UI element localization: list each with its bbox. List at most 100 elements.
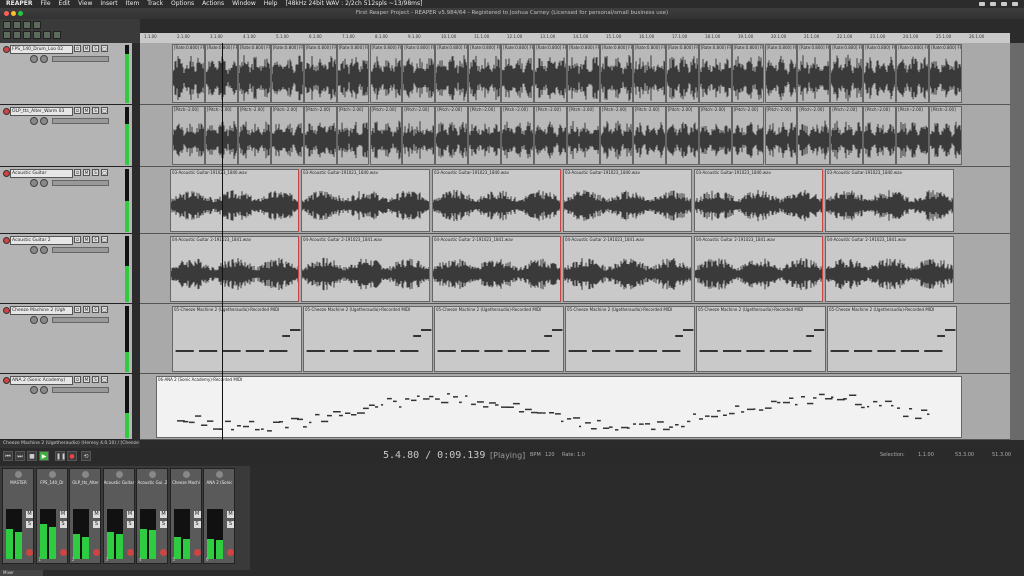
record-button[interactable]: ● — [67, 451, 77, 461]
vertical-scrollbar[interactable] — [1010, 43, 1024, 440]
pan-knob[interactable] — [182, 471, 190, 478]
menu-list-icon[interactable] — [1012, 2, 1018, 6]
media-item[interactable]: [Rate:0.800] FPS_140_Drum... — [665, 44, 699, 103]
media-item[interactable]: [Rate:0.800] FPS_140_Drum... — [896, 44, 930, 103]
media-item[interactable]: [Rate:0.800] FPS_140_Drum... — [303, 44, 337, 103]
midi-item[interactable]: 05-Cheeze Machine 2 (Ugetheraudio)-Recor… — [434, 306, 564, 372]
track-header[interactable]: ANA 2 (Sonic Academy) ⏻ M S ◯ — [0, 374, 132, 440]
master-strip[interactable]: MASTER M S — [2, 468, 34, 564]
mute-button[interactable]: M — [126, 511, 134, 518]
media-item[interactable]: [Pitch:-2.00] — [929, 106, 962, 165]
media-item[interactable]: [Pitch:-2.00] — [534, 106, 567, 165]
media-item[interactable]: [Rate:0.800] FPS_140_Drum... — [830, 44, 864, 103]
fx-button[interactable]: ◯ — [101, 107, 108, 114]
media-item[interactable]: [Pitch:-2.00] — [665, 106, 699, 165]
media-item[interactable]: [Rate:0.800] FPS_140_Drum... — [237, 44, 271, 103]
solo-button[interactable]: S — [227, 521, 234, 528]
volume-knob[interactable] — [30, 386, 38, 394]
media-item[interactable]: [Rate:0.800] FPS_140_Drum... — [797, 44, 831, 103]
track-header[interactable]: OLP_tts_Alter_Warm 03 ⏻ M S ◯ — [0, 105, 132, 167]
save-project-icon[interactable] — [23, 21, 31, 29]
media-item[interactable]: [Pitch:-2.00] — [632, 106, 666, 165]
media-item[interactable]: [Pitch:-2.00] — [237, 106, 271, 165]
pan-knob[interactable] — [82, 471, 89, 478]
battery-icon[interactable] — [990, 2, 996, 6]
solo-button[interactable]: S — [92, 107, 99, 114]
volume-knob[interactable] — [30, 179, 38, 187]
menu-insert[interactable]: Insert — [100, 0, 117, 8]
track-lane[interactable]: 05-Cheeze Machine 2 (Ugetheraudio)-Recor… — [140, 304, 1010, 374]
media-item[interactable]: [Rate:0.800] FPS_140_Drum... — [863, 44, 897, 103]
project-settings-icon[interactable] — [33, 21, 41, 29]
pan-knob[interactable] — [40, 55, 48, 63]
record-arm-button[interactable] — [3, 46, 10, 53]
media-item[interactable]: [Rate:0.800] FPS_140_Drum... — [567, 44, 600, 103]
media-item[interactable]: [Rate:0.800] FPS_140_Drum... — [534, 44, 567, 103]
media-item[interactable]: [Rate:0.800] FPS_140_Drum... — [731, 44, 765, 103]
open-project-icon[interactable] — [13, 21, 21, 29]
track-header[interactable]: Acoustic Guitar 2 ⏻ M S ◯ — [0, 234, 132, 304]
track-header[interactable]: Cheeze Machine 2 (Ugh ⏻ M S ◯ — [0, 304, 132, 374]
media-item[interactable]: [Pitch:-2.00] — [402, 106, 436, 165]
media-item[interactable]: 04-Acoustic Guitar 2-191023_1841.wav — [301, 236, 430, 302]
record-arm-button[interactable] — [126, 549, 134, 556]
media-item[interactable]: 03-Acoustic Guitar-191023_1840.wav — [301, 169, 430, 232]
arrange-view[interactable]: [Rate:0.800] FPS_140_Drum...[Rate:0.800]… — [140, 43, 1010, 440]
record-arm-button[interactable] — [3, 307, 10, 314]
track-lane[interactable]: [Rate:0.800] FPS_140_Drum...[Rate:0.800]… — [140, 43, 1010, 105]
pan-knob[interactable] — [216, 471, 223, 478]
pan-knob[interactable] — [40, 117, 48, 125]
mixer-tab[interactable]: Mixer — [0, 570, 43, 576]
ripple-edit-icon[interactable] — [53, 31, 61, 39]
mixer-strip[interactable]: Acoustic Gui..2 M S 4 — [136, 468, 168, 564]
media-item[interactable]: [Pitch:-2.00] — [468, 106, 502, 165]
media-item[interactable]: 04-Acoustic Guitar 2-191023_1841.wav — [432, 236, 561, 302]
media-item[interactable]: [Pitch:-2.00] — [830, 106, 864, 165]
metronome-icon[interactable] — [23, 31, 31, 39]
record-arm-button[interactable] — [3, 108, 10, 115]
media-item[interactable]: [Pitch:-2.00] — [336, 106, 370, 165]
track-name[interactable]: OLP_tts_Alter_Warm 03 — [10, 107, 73, 116]
solo-button[interactable]: S — [92, 45, 99, 52]
volume-knob[interactable] — [30, 117, 38, 125]
mixer-strip[interactable]: Acoustic Guitar M S 3 — [102, 468, 135, 564]
mute-button[interactable]: M — [59, 511, 67, 518]
mute-button[interactable]: M — [227, 511, 234, 518]
mute-button[interactable]: M — [83, 107, 90, 114]
fx-bypass-icon[interactable]: ⏻ — [74, 45, 81, 52]
midi-item[interactable]: 05-Cheeze Machine 2 (Ugetheraudio)-Recor… — [827, 306, 957, 372]
media-item[interactable]: [Pitch:-2.00] — [863, 106, 897, 165]
mute-button[interactable]: M — [83, 45, 90, 52]
selection-length[interactable]: 51.3.00 — [992, 452, 1011, 458]
media-item[interactable]: [Pitch:-2.00] — [764, 106, 798, 165]
minimize-window-button[interactable] — [11, 11, 16, 16]
redo-icon[interactable] — [13, 31, 21, 39]
media-item[interactable]: [Pitch:-2.00] — [797, 106, 831, 165]
fx-button[interactable]: ◯ — [101, 169, 108, 176]
menu-edit[interactable]: Edit — [59, 0, 71, 8]
volume-slider[interactable] — [52, 387, 109, 393]
fx-bypass-icon[interactable]: ⏻ — [74, 107, 81, 114]
fx-bypass-icon[interactable]: ⏻ — [74, 306, 81, 313]
track-lane[interactable]: 06-ANA 2 (Sonic Academy)-Recorded MIDI — [140, 374, 1010, 440]
volume-slider[interactable] — [52, 247, 109, 253]
mute-button[interactable]: M — [83, 306, 90, 313]
media-item[interactable]: 03-Acoustic Guitar-191023_1840.wav — [694, 169, 823, 232]
record-arm-button[interactable] — [3, 170, 10, 177]
media-item[interactable]: [Rate:0.800] FPS_140_Drum... — [632, 44, 666, 103]
wifi-icon[interactable] — [979, 2, 985, 6]
mute-button[interactable]: M — [83, 169, 90, 176]
track-name[interactable]: ANA 2 (Sonic Academy) — [10, 376, 73, 385]
mixer-strip[interactable]: ANA 2 (Sonic M S 6 — [203, 468, 235, 564]
media-item[interactable]: [Rate:0.800] FPS_140_Drum... — [764, 44, 798, 103]
menu-track[interactable]: Track — [147, 0, 163, 8]
mute-button[interactable]: M — [83, 236, 90, 243]
search-icon[interactable] — [1001, 2, 1007, 6]
pan-knob[interactable] — [40, 386, 48, 394]
solo-button[interactable]: S — [92, 236, 99, 243]
pan-knob[interactable] — [40, 179, 48, 187]
media-item[interactable]: 03-Acoustic Guitar-191023_1840.wav — [432, 169, 561, 232]
media-item[interactable]: [Rate:0.800] FPS_140_Drum... — [698, 44, 732, 103]
volume-slider[interactable] — [52, 56, 109, 62]
media-item[interactable]: 04-Acoustic Guitar 2-191023_1841.wav — [825, 236, 954, 302]
